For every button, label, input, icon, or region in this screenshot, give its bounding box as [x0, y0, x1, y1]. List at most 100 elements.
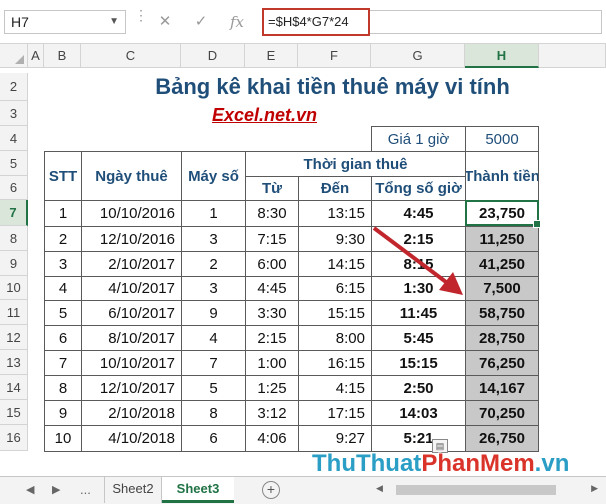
cell-date[interactable]: 2/10/2018: [81, 400, 182, 426]
cell-amount[interactable]: 58,750: [465, 300, 539, 326]
formula-input[interactable]: =$H$4*G7*24: [262, 8, 370, 36]
row-header-8[interactable]: 8: [0, 226, 28, 251]
fill-handle[interactable]: [533, 220, 541, 228]
cell-from[interactable]: 1:25: [245, 375, 299, 401]
header-machine[interactable]: Máy số: [181, 151, 246, 201]
cell-from[interactable]: 3:12: [245, 400, 299, 426]
tab-sheet3[interactable]: Sheet3: [162, 477, 234, 503]
cell-total[interactable]: 5:21: [371, 425, 466, 452]
cell-to[interactable]: 6:15: [298, 276, 372, 301]
cell-to[interactable]: 15:15: [298, 300, 372, 326]
cell-amount[interactable]: 7,500: [465, 276, 539, 301]
cell-total[interactable]: 15:15: [371, 350, 466, 376]
cell-from[interactable]: 3:30: [245, 300, 299, 326]
column-header-a[interactable]: A: [28, 44, 44, 68]
header-to[interactable]: Đến: [298, 176, 372, 201]
cell-to[interactable]: 17:15: [298, 400, 372, 426]
row-header-2[interactable]: 2: [0, 73, 28, 101]
row-header-3[interactable]: 3: [0, 101, 28, 126]
cell-from[interactable]: 1:00: [245, 350, 299, 376]
column-header-b[interactable]: B: [44, 44, 81, 68]
formula-input-area[interactable]: [370, 10, 602, 34]
cell-from[interactable]: 4:06: [245, 425, 299, 452]
rate-label-cell[interactable]: Giá 1 giờ: [371, 126, 466, 152]
cell-machine[interactable]: 4: [181, 325, 246, 351]
scroll-left-icon[interactable]: ◀: [376, 483, 383, 494]
cell-date[interactable]: 10/10/2017: [81, 350, 182, 376]
chevron-down-icon[interactable]: ▼: [109, 11, 119, 33]
insert-function-icon[interactable]: fx: [222, 10, 252, 34]
scrollbar-thumb[interactable]: [396, 485, 556, 495]
column-header-f[interactable]: F: [298, 44, 371, 68]
cell-stt[interactable]: 1: [44, 200, 82, 227]
cell-date[interactable]: 10/10/2016: [81, 200, 182, 227]
cell-to[interactable]: 13:15: [298, 200, 372, 227]
cell-machine[interactable]: 2: [181, 251, 246, 277]
cell-stt[interactable]: 9: [44, 400, 82, 426]
cell-machine[interactable]: 8: [181, 400, 246, 426]
row-header-9[interactable]: 9: [0, 251, 28, 276]
row-header-5[interactable]: 5: [0, 151, 28, 176]
row-header-10[interactable]: 10: [0, 276, 28, 300]
more-sheets-button[interactable]: ...: [80, 481, 91, 499]
cell-total[interactable]: 11:45: [371, 300, 466, 326]
cell-amount[interactable]: 11,250: [465, 226, 539, 252]
row-header-11[interactable]: 11: [0, 300, 28, 325]
cell-total[interactable]: 14:03: [371, 400, 466, 426]
cell-date[interactable]: 2/10/2017: [81, 251, 182, 277]
cell-machine[interactable]: 9: [181, 300, 246, 326]
cell-total[interactable]: 5:45: [371, 325, 466, 351]
row-header-15[interactable]: 15: [0, 400, 28, 425]
cell-to[interactable]: 4:15: [298, 375, 372, 401]
row-header-6[interactable]: 6: [0, 176, 28, 200]
column-header-h[interactable]: H: [465, 44, 539, 68]
cell-date[interactable]: 4/10/2017: [81, 276, 182, 301]
cell-from[interactable]: 6:00: [245, 251, 299, 277]
cell-total[interactable]: 2:50: [371, 375, 466, 401]
cell-stt[interactable]: 6: [44, 325, 82, 351]
cell-machine[interactable]: 1: [181, 200, 246, 227]
cell-from[interactable]: 7:15: [245, 226, 299, 252]
cell-to[interactable]: 9:27: [298, 425, 372, 452]
resize-handle-icon[interactable]: ⋮: [134, 8, 148, 32]
column-header-c[interactable]: C: [81, 44, 181, 68]
tab-sheet2[interactable]: Sheet2: [104, 477, 162, 503]
header-amount[interactable]: Thành tiền: [465, 151, 539, 201]
header-from[interactable]: Từ: [245, 176, 299, 201]
cell-date[interactable]: 12/10/2017: [81, 375, 182, 401]
cell-date[interactable]: 4/10/2018: [81, 425, 182, 452]
row-header-14[interactable]: 14: [0, 375, 28, 400]
cancel-icon[interactable]: ✕: [150, 10, 180, 34]
cell-to[interactable]: 9:30: [298, 226, 372, 252]
prev-sheet-icon[interactable]: ◀: [26, 481, 34, 499]
sheet-title[interactable]: Bảng kê khai tiền thuê máy vi tính: [80, 72, 585, 102]
cell-total[interactable]: 4:45: [371, 200, 466, 227]
cell-total[interactable]: 8:15: [371, 251, 466, 277]
header-date[interactable]: Ngày thuê: [81, 151, 182, 201]
cell-to[interactable]: 14:15: [298, 251, 372, 277]
column-header-e[interactable]: E: [245, 44, 298, 68]
cell-machine[interactable]: 3: [181, 226, 246, 252]
add-sheet-icon[interactable]: +: [262, 481, 280, 499]
cell-amount[interactable]: 14,167: [465, 375, 539, 401]
cell-date[interactable]: 12/10/2016: [81, 226, 182, 252]
row-header-12[interactable]: 12: [0, 325, 28, 350]
cell-machine[interactable]: 7: [181, 350, 246, 376]
cell-machine[interactable]: 3: [181, 276, 246, 301]
cell-stt[interactable]: 4: [44, 276, 82, 301]
row-header-7[interactable]: 7: [0, 200, 28, 226]
row-header-4[interactable]: 4: [0, 126, 28, 151]
sheet-subtitle[interactable]: Excel.net.vn: [212, 102, 317, 128]
cell-amount[interactable]: 70,250: [465, 400, 539, 426]
cell-stt[interactable]: 3: [44, 251, 82, 277]
header-stt[interactable]: STT: [44, 151, 82, 201]
header-total-hours[interactable]: Tổng số giờ: [371, 176, 466, 201]
cell-stt[interactable]: 7: [44, 350, 82, 376]
cell-stt[interactable]: 10: [44, 425, 82, 452]
cell-to[interactable]: 16:15: [298, 350, 372, 376]
cell-amount[interactable]: 76,250: [465, 350, 539, 376]
cell-stt[interactable]: 8: [44, 375, 82, 401]
cell-amount[interactable]: 28,750: [465, 325, 539, 351]
select-all-button[interactable]: [0, 44, 28, 68]
column-header-next[interactable]: [539, 44, 606, 68]
